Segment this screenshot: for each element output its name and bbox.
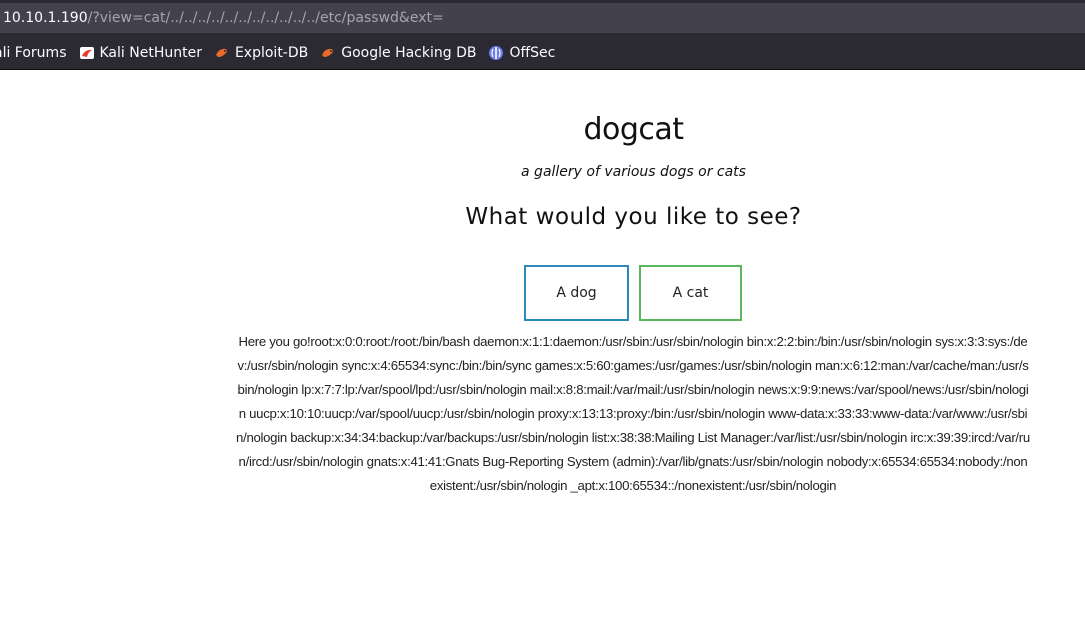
bookmark-label: Exploit-DB: [234, 44, 309, 61]
address-field[interactable]: 10.10.1.190/?view=cat/../../../../../../…: [0, 3, 1085, 33]
cat-button[interactable]: A cat: [639, 265, 742, 321]
bookmark-label: OffSec: [509, 44, 556, 61]
dog-button-label: A dog: [556, 285, 597, 301]
page-content: dogcat a gallery of various dogs or cats…: [0, 70, 1085, 619]
bookmark-label: Kali NetHunter: [99, 44, 202, 61]
url-path: /?view=cat/../../../../../../../../../..…: [87, 10, 444, 26]
bookmark-kali-nethunter[interactable]: Kali NetHunter: [79, 41, 202, 65]
ghdb-icon: [320, 45, 336, 61]
file-output-text: Here you go!root:x:0:0:root:/root:/bin/b…: [236, 334, 1030, 493]
browser-url-bar: 10.10.1.190/?view=cat/../../../../../../…: [0, 0, 1085, 36]
url-host: 10.10.1.190: [3, 10, 88, 26]
bookmark-offsec[interactable]: OffSec: [488, 41, 555, 65]
bookmark-google-hacking-db[interactable]: Google Hacking DB: [320, 41, 476, 65]
bookmarks-toolbar: ali Forums Kali NetHunter Exploit-DB Goo…: [0, 36, 1085, 70]
page-question: What would you like to see?: [465, 204, 802, 230]
cat-button-label: A cat: [672, 285, 709, 301]
bookmark-label: Google Hacking DB: [341, 44, 477, 61]
bookmark-exploit-db[interactable]: Exploit-DB: [214, 41, 308, 65]
bookmark-kali-forums[interactable]: ali Forums: [0, 41, 67, 65]
dog-button[interactable]: A dog: [524, 265, 629, 321]
bookmark-label: ali Forums: [0, 44, 67, 61]
kali-nethunter-icon: [79, 45, 95, 61]
exploit-db-icon: [214, 45, 230, 61]
offsec-icon: [488, 45, 504, 61]
page-subtitle: a gallery of various dogs or cats: [521, 164, 746, 180]
page-title: dogcat: [583, 112, 684, 148]
